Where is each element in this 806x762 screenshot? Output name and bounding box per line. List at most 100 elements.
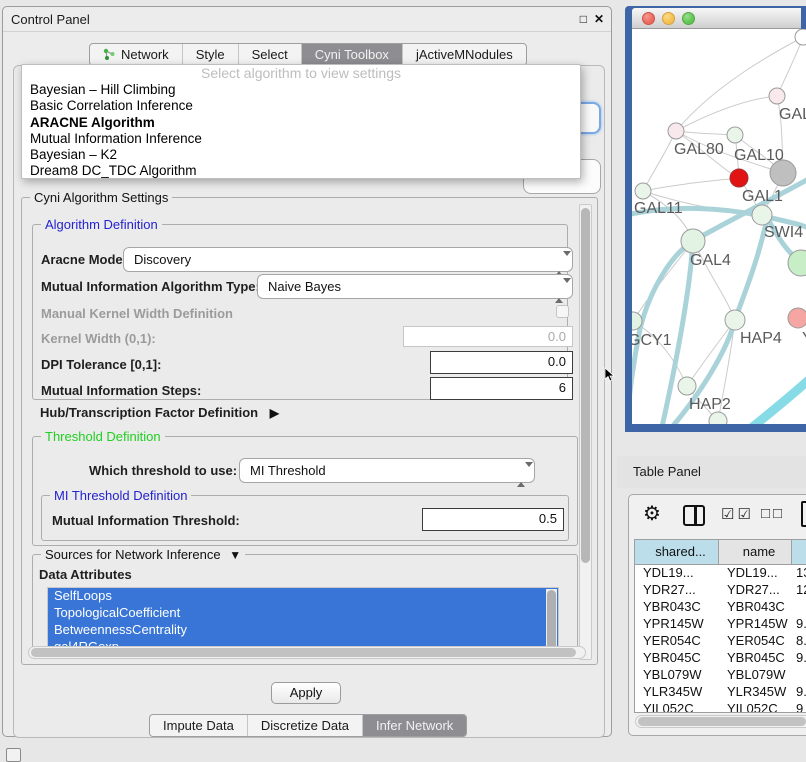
attributes-scrollbar[interactable] <box>546 589 557 653</box>
cell: YPR145W <box>719 616 792 633</box>
algorithm-option[interactable]: Basic Correlation Inference <box>22 98 580 114</box>
hub-definition-expander[interactable]: Hub/Transcription Factor Definition ▶ <box>40 405 279 420</box>
threshold-definition-title: Threshold Definition <box>41 429 165 444</box>
table-row[interactable]: YPR145W YPR145W 9. <box>635 616 806 633</box>
algorithm-option[interactable]: Dream8 DC_TDC Algorithm <box>22 163 580 179</box>
settings-vscroll-thumb[interactable] <box>581 208 590 563</box>
combo-spinner-icon <box>555 279 564 295</box>
thick-cyan-edge <box>750 377 806 424</box>
aracne-mode-value: Discovery <box>134 252 191 267</box>
node-gal4[interactable] <box>681 229 705 253</box>
tab-network[interactable]: Network <box>90 44 182 65</box>
node-label: SWI4 <box>764 224 803 241</box>
which-threshold-combo[interactable]: MI Threshold <box>239 458 535 483</box>
tab-discretize-data[interactable]: Discretize Data <box>247 715 362 736</box>
column-header-partial[interactable] <box>792 540 806 564</box>
cell: YER054C <box>719 633 792 650</box>
float-window-icon[interactable]: □ <box>580 12 587 26</box>
table-row[interactable]: YIL052C YIL052C 9 <box>635 701 806 712</box>
tab-jactivemnodules[interactable]: jActiveMNodules <box>402 44 526 65</box>
cell: YIL052C <box>719 701 792 712</box>
cell: YDL19... <box>635 565 719 582</box>
algorithm-option[interactable]: Bayesian – Hill Climbing <box>22 82 580 98</box>
node-gal80[interactable] <box>668 123 684 139</box>
cell: 9 <box>792 701 806 712</box>
apply-button[interactable]: Apply <box>271 682 341 704</box>
settings-horizontal-scrollbar[interactable] <box>28 646 586 659</box>
algorithm-option-selected[interactable]: ARACNE Algorithm <box>22 115 580 131</box>
close-panel-icon[interactable]: ✕ <box>594 12 604 26</box>
control-panel-tabbar: Network Style Select Cyni Toolbox jActiv… <box>89 43 527 66</box>
cell: YBR045C <box>719 650 792 667</box>
algorithm-option[interactable]: Bayesian – K2 <box>22 147 580 163</box>
table-row[interactable]: YBR043C YBR043C <box>635 599 806 616</box>
gear-icon[interactable]: ⚙ <box>643 503 661 525</box>
node-partial[interactable] <box>795 29 806 45</box>
minimized-panel-icon[interactable] <box>6 748 21 762</box>
tab-select[interactable]: Select <box>238 44 301 65</box>
node-gal11[interactable] <box>635 183 651 199</box>
node-label: Y <box>802 330 806 347</box>
minimize-window-icon[interactable] <box>662 12 675 25</box>
network-window-titlebar[interactable] <box>632 8 801 29</box>
kernel-width-field[interactable]: 0.0 <box>403 326 573 347</box>
columns-icon[interactable] <box>683 505 705 526</box>
table-row[interactable]: YBL079W YBL079W <box>635 667 806 684</box>
table-body[interactable]: YDL19... YDL19... 13 YDR27... YDR27... 1… <box>635 565 806 712</box>
attribute-item[interactable]: SelfLoops <box>48 588 558 605</box>
mi-steps-label: Mutual Information Steps: <box>41 383 201 398</box>
node-gal10[interactable] <box>727 127 743 143</box>
manual-kernel-checkbox[interactable] <box>556 305 569 318</box>
mi-steps-field[interactable]: 6 <box>430 377 573 400</box>
node-hap2[interactable] <box>678 377 696 395</box>
zoom-window-icon[interactable] <box>682 12 695 25</box>
tab-style[interactable]: Style <box>182 44 238 65</box>
table-hscroll-thumb[interactable] <box>638 717 806 726</box>
table-row[interactable]: YBR045C YBR045C 9. <box>635 650 806 667</box>
attribute-item[interactable]: TopologicalCoefficient <box>48 605 558 622</box>
column-header-name[interactable]: name <box>719 540 792 564</box>
expand-down-icon[interactable]: ▼ <box>229 548 241 562</box>
table-row[interactable]: YLR345W YLR345W 9. <box>635 684 806 701</box>
table-panel-window: ⚙ ☑☑ □□ shared... name YDL19... YDL19...… <box>628 494 806 736</box>
cell: YLR345W <box>635 684 719 701</box>
control-panel-titlebar[interactable]: Control Panel □ ✕ <box>3 7 611 32</box>
node-hap4[interactable] <box>725 310 745 330</box>
tab-infer-network[interactable]: Infer Network <box>362 715 466 736</box>
tab-cyni-toolbox[interactable]: Cyni Toolbox <box>301 44 402 65</box>
mi-type-combo[interactable]: Naive Bayes <box>257 274 573 299</box>
export-table-icon[interactable] <box>801 501 806 527</box>
combo-spinner-icon <box>555 252 564 268</box>
aracne-mode-combo[interactable]: Discovery <box>123 247 573 272</box>
cell: YBL079W <box>719 667 792 684</box>
table-horizontal-scrollbar[interactable] <box>635 715 806 728</box>
aracne-mode-label: Aracne Mode: <box>41 252 127 267</box>
mi-type-label: Mutual Information Algorithm Type: <box>41 279 260 294</box>
mi-threshold-field[interactable]: 0.5 <box>422 508 564 531</box>
hide-columns-icon[interactable]: □□ <box>761 505 785 522</box>
settings-hscroll-thumb[interactable] <box>31 648 576 657</box>
column-header-shared-name[interactable]: shared... <box>635 540 719 564</box>
close-window-icon[interactable] <box>642 12 655 25</box>
algorithm-placeholder: Select algorithm to view settings <box>22 65 580 82</box>
node-gal1[interactable] <box>730 169 748 187</box>
dpi-tolerance-field[interactable]: 0.0 <box>430 351 573 374</box>
node-label: GAL10 <box>734 147 784 164</box>
attribute-item[interactable]: BetweennessCentrality <box>48 622 558 639</box>
expand-right-icon[interactable]: ▶ <box>270 406 279 420</box>
attributes-scroll-thumb[interactable] <box>547 590 556 651</box>
node-label: GAL1 <box>742 188 783 205</box>
table-row[interactable]: YDR27... YDR27... 12 <box>635 582 806 599</box>
settings-vertical-scrollbar[interactable] <box>579 204 592 660</box>
tab-impute-data[interactable]: Impute Data <box>150 715 247 736</box>
show-checked-columns-icon[interactable]: ☑☑ <box>721 505 754 523</box>
node-salmon[interactable] <box>788 308 806 328</box>
sources-group: Sources for Network Inference ▼ Data Att… <box>32 554 578 658</box>
node-swi4[interactable] <box>752 205 772 225</box>
table-row[interactable]: YDL19... YDL19... 13 <box>635 565 806 582</box>
network-canvas[interactable]: GAL GAL80 GAL10 GAL1 GAL11 SWI4 GAL4 GCY… <box>632 29 806 424</box>
node-gal[interactable] <box>769 88 785 104</box>
table-panel-header: Table Panel <box>617 456 806 488</box>
table-row[interactable]: YER054C YER054C 8. <box>635 633 806 650</box>
algorithm-option[interactable]: Mutual Information Inference <box>22 131 580 147</box>
